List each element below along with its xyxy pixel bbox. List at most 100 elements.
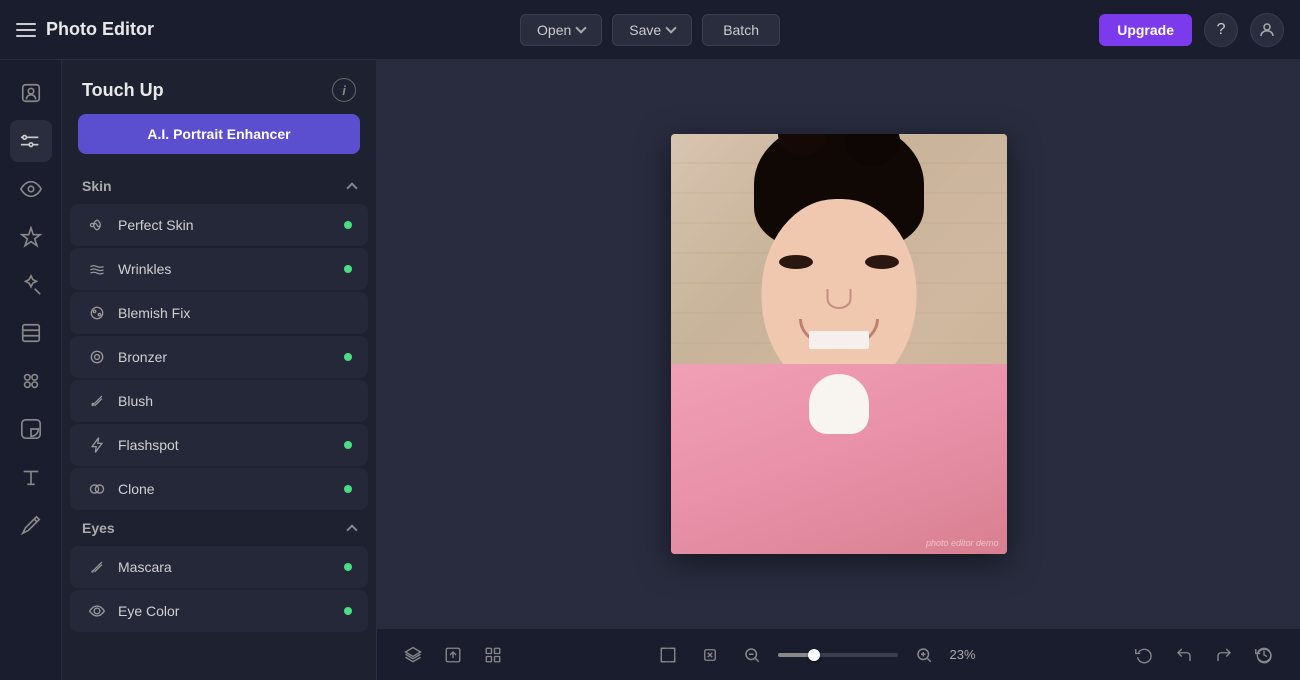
upgrade-button[interactable]: Upgrade [1099,14,1192,46]
sidebar-icon-widgets[interactable] [10,360,52,402]
wrinkles-dot [344,265,352,273]
tool-item-bronzer[interactable]: Bronzer [70,336,368,378]
panel-title: Touch Up [82,80,164,101]
sidebar-icon-draw[interactable] [10,504,52,546]
sidebar-icon-stickers[interactable] [10,408,52,450]
tool-item-blemish-fix[interactable]: Blemish Fix [70,292,368,334]
perfect-skin-label: Perfect Skin [118,217,193,233]
bottom-center-zoom: 23% [652,639,986,671]
sidebar-icon-portrait[interactable] [10,72,52,114]
eye-color-icon [86,600,108,622]
eye-color-label: Eye Color [118,603,179,619]
blemish-fix-dot-hidden [344,309,352,317]
eyes-section-title: Eyes [82,520,115,536]
skin-chevron-icon [346,182,357,193]
reset-button[interactable] [1128,639,1160,671]
actual-size-button[interactable] [694,639,726,671]
app-title: Photo Editor [46,19,154,40]
blush-label: Blush [118,393,153,409]
clone-label: Clone [118,481,155,497]
photo-container: photo editor demo [671,134,1007,554]
menu-icon[interactable] [16,23,36,37]
sidebar-icon-retouch[interactable] [10,264,52,306]
tool-item-mascara[interactable]: Mascara [70,546,368,588]
info-icon[interactable]: i [332,78,356,102]
tool-item-eye-color[interactable]: Eye Color [70,590,368,632]
batch-button[interactable]: Batch [702,14,780,46]
blush-dot-hidden [344,397,352,405]
topbar: Photo Editor Open Save Batch Upgrade ? [0,0,1300,60]
ai-enhancer-label: A.I. Portrait Enhancer [147,126,290,142]
undo-button[interactable] [1168,639,1200,671]
tool-item-blush[interactable]: Blush [70,380,368,422]
clone-icon [86,478,108,500]
clone-dot [344,485,352,493]
tool-item-perfect-skin[interactable]: Perfect Skin [70,204,368,246]
sidebar-icon-layers[interactable] [10,312,52,354]
save-label: Save [629,22,661,38]
mascara-icon [86,556,108,578]
flashspot-dot [344,441,352,449]
user-avatar[interactable] [1250,13,1284,47]
bronzer-dot [344,353,352,361]
fit-screen-button[interactable] [652,639,684,671]
ai-enhancer-button[interactable]: A.I. Portrait Enhancer [78,114,360,154]
open-button[interactable]: Open [520,14,602,46]
bronzer-icon [86,346,108,368]
zoom-in-button[interactable] [908,639,940,671]
eyes-chevron-icon [346,524,357,535]
flashspot-label: Flashspot [118,437,179,453]
perfect-skin-icon [86,214,108,236]
bottom-bar: 23% [377,628,1300,680]
save-button[interactable]: Save [612,14,692,46]
open-label: Open [537,22,571,38]
bottom-right-history [1128,639,1280,671]
zoom-percent-label: 23% [950,647,986,662]
bronzer-label: Bronzer [118,349,167,365]
tool-item-clone[interactable]: Clone [70,468,368,510]
zoom-slider-container [778,653,898,657]
blemish-fix-label: Blemish Fix [118,305,190,321]
grid-bottom-button[interactable] [477,639,509,671]
upgrade-label: Upgrade [1117,22,1174,38]
flashspot-icon [86,434,108,456]
panel-header: Touch Up i [62,60,376,114]
sidebar-icon-effects[interactable] [10,216,52,258]
skin-section-header[interactable]: Skin [62,170,376,202]
canvas-area: photo editor demo [377,60,1300,680]
blush-icon [86,390,108,412]
topbar-right: Upgrade ? [792,13,1284,47]
tool-item-wrinkles[interactable]: Wrinkles [70,248,368,290]
eye-color-dot [344,607,352,615]
sidebar-icon-text[interactable] [10,456,52,498]
save-chevron-icon [666,22,677,33]
open-chevron-icon [576,22,587,33]
main-layout: Touch Up i A.I. Portrait Enhancer Skin [0,60,1300,680]
eyes-section-header[interactable]: Eyes [62,512,376,544]
blemish-fix-icon [86,302,108,324]
tool-panel: Touch Up i A.I. Portrait Enhancer Skin [62,60,377,680]
layers-bottom-button[interactable] [397,639,429,671]
perfect-skin-dot [344,221,352,229]
redo-button[interactable] [1208,639,1240,671]
sidebar-icon-view[interactable] [10,168,52,210]
topbar-center: Open Save Batch [520,14,780,46]
photo-placeholder: photo editor demo [671,134,1007,554]
icon-sidebar [0,60,62,680]
zoom-out-button[interactable] [736,639,768,671]
skin-section-title: Skin [82,178,112,194]
export-bottom-button[interactable] [437,639,469,671]
batch-label: Batch [723,22,759,38]
wrinkles-icon [86,258,108,280]
tool-item-flashspot[interactable]: Flashspot [70,424,368,466]
canvas-main[interactable]: photo editor demo [377,60,1300,628]
mascara-dot [344,563,352,571]
bottom-left-tools [397,639,509,671]
topbar-left: Photo Editor [16,19,508,40]
mascara-label: Mascara [118,559,172,575]
help-button[interactable]: ? [1204,13,1238,47]
history-button[interactable] [1248,639,1280,671]
sidebar-icon-adjust[interactable] [10,120,52,162]
zoom-slider[interactable] [778,653,898,657]
wrinkles-label: Wrinkles [118,261,171,277]
